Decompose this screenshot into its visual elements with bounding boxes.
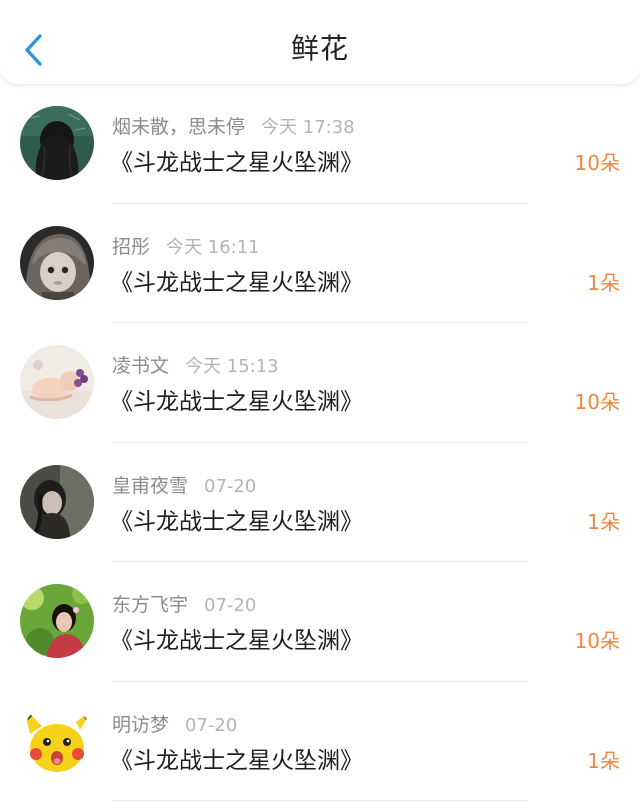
avatar[interactable] [20,225,94,300]
flower-list-page: 鲜花 烟未散，思未停 今天 17:38 《斗龙战士之星火坠渊》 10朵 招彤 今… [0,0,640,808]
item-meta: 东方飞宇 07-20 [112,592,256,618]
book-title[interactable]: 《斗龙战士之星火坠渊》 [110,147,363,179]
flower-count: 1朵 [587,509,620,534]
avatar-girl-dark-image [20,464,94,539]
timestamp: 今天 16:11 [166,236,260,258]
page-title: 鲜花 [290,32,349,65]
flower-count: 10朵 [574,629,620,653]
divider [112,800,528,801]
username[interactable]: 明访梦 [112,714,169,736]
list-item[interactable]: 东方飞宇 07-20 《斗龙战士之星火坠渊》 10朵 [0,562,640,682]
item-meta: 招彤 今天 16:11 [112,234,260,260]
flower-count: 1朵 [587,748,620,773]
timestamp: 07-20 [204,595,257,616]
flower-record-list: 烟未散，思未停 今天 17:38 《斗龙战士之星火坠渊》 10朵 招彤 今天 1… [0,84,640,801]
book-title[interactable]: 《斗龙战士之星火坠渊》 [110,625,363,657]
avatar[interactable] [20,584,94,658]
avatar[interactable] [20,464,94,539]
timestamp: 今天 17:38 [261,117,355,138]
list-item[interactable]: 凌书文 今天 15:13 《斗龙战士之星火坠渊》 10朵 [0,323,640,443]
timestamp: 07-20 [204,475,257,497]
flower-count: 10朵 [574,390,620,414]
book-title[interactable]: 《斗龙战士之星火坠渊》 [110,506,363,538]
avatar-pikachu-image [20,703,94,778]
avatar-girl-long-hair-image [20,106,94,180]
flower-count: 1朵 [587,270,620,295]
avatar-baby-image [20,345,94,419]
list-item[interactable]: 明访梦 07-20 《斗龙战士之星火坠渊》 1朵 [0,682,640,801]
username[interactable]: 烟未散，思未停 [112,116,245,138]
list-item[interactable]: 招彤 今天 16:11 《斗龙战士之星火坠渊》 1朵 [0,204,640,323]
avatar-girl-garden-image [20,584,94,658]
list-item[interactable]: 烟未散，思未停 今天 17:38 《斗龙战士之星火坠渊》 10朵 [0,84,640,204]
username[interactable]: 招彤 [112,236,150,258]
item-meta: 明访梦 07-20 [112,712,237,738]
book-title[interactable]: 《斗龙战士之星火坠渊》 [110,745,363,777]
list-item[interactable]: 皇甫夜雪 07-20 《斗龙战士之星火坠渊》 1朵 [0,443,640,562]
timestamp: 今天 15:13 [185,356,279,377]
flower-count: 10朵 [574,151,620,175]
username[interactable]: 皇甫夜雪 [112,475,188,497]
username[interactable]: 凌书文 [112,355,169,377]
timestamp: 07-20 [185,714,238,736]
book-title[interactable]: 《斗龙战士之星火坠渊》 [110,267,363,299]
avatar[interactable] [20,345,94,419]
avatar[interactable] [20,106,94,180]
username[interactable]: 东方飞宇 [112,594,188,616]
item-meta: 烟未散，思未停 今天 17:38 [112,114,355,140]
avatar[interactable] [20,703,94,778]
item-meta: 皇甫夜雪 07-20 [112,473,256,499]
item-meta: 凌书文 今天 15:13 [112,353,279,379]
nav-bar: 鲜花 [0,0,640,84]
book-title[interactable]: 《斗龙战士之星火坠渊》 [110,386,363,418]
avatar-child-hood-image [20,225,94,300]
